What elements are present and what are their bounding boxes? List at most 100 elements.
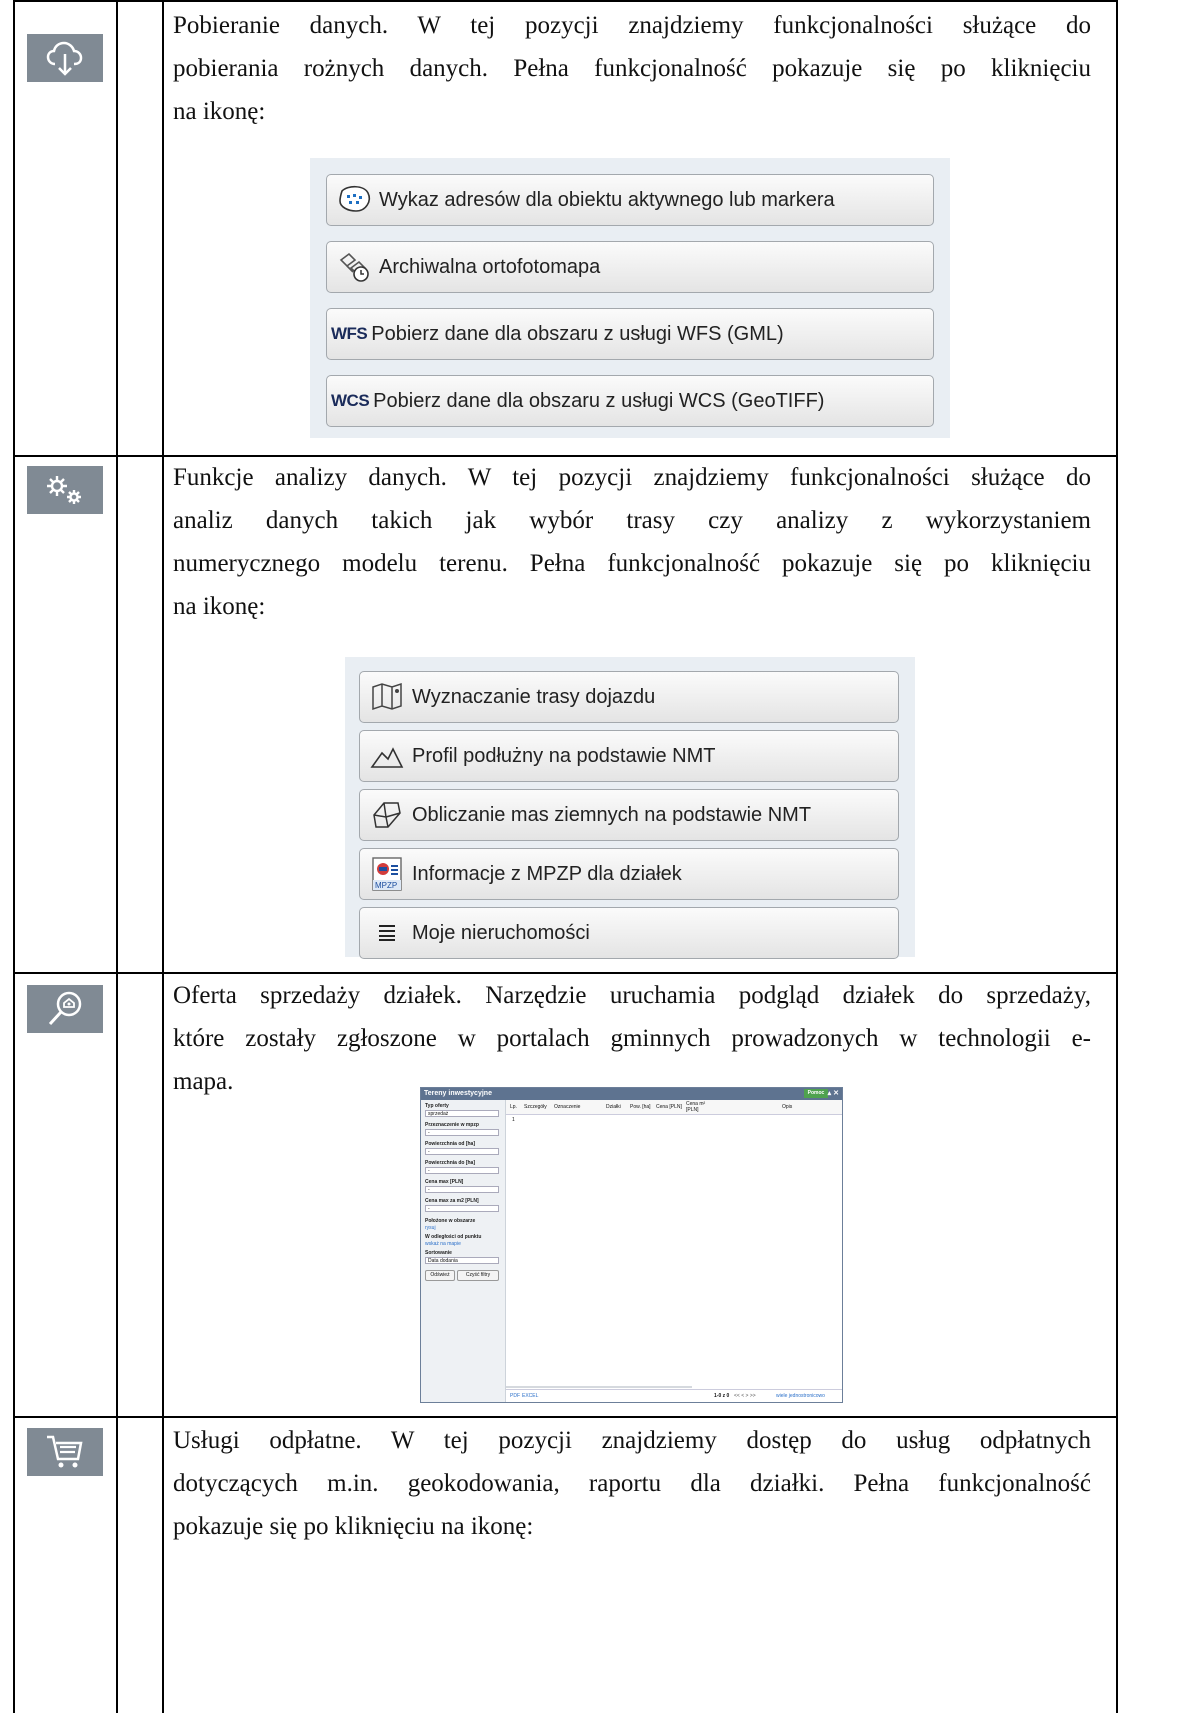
- sort-label: Sortowanie: [425, 1250, 452, 1256]
- text-line: dotyczących m.in. geokodowania, raportu …: [173, 1470, 1091, 1497]
- text-line: Pobieranie danych. W tej pozycji znajdzi…: [173, 12, 1091, 39]
- units-link[interactable]: wiele jednostronicowo: [776, 1390, 825, 1402]
- text-line: na ikonę:: [173, 593, 266, 620]
- text-line: pokazuje się po kliknięciu na ikonę:: [173, 1513, 534, 1540]
- filter-label: Cena max za m2 [PLN]: [425, 1198, 479, 1204]
- wfs-icon: WFS: [331, 324, 368, 343]
- row-3-text: Oferta sprzedaży działek. Narzędzie uruc…: [173, 974, 1091, 1103]
- row-2-text: Funkcje analizy danych. W tej pozycji zn…: [173, 456, 1091, 628]
- refresh-button[interactable]: Odśwież: [425, 1270, 455, 1281]
- results-grid: Lp. Szczegóły Oznaczenie Działki Pow. [h…: [506, 1100, 842, 1390]
- analysis-menu-panel: Wyznaczanie trasy dojazdu Profil podłużn…: [345, 657, 915, 959]
- column-divider: [116, 0, 118, 1713]
- text-line: Usługi odpłatne. W tej pozycji znajdziem…: [173, 1427, 1091, 1454]
- column-header[interactable]: Działki: [606, 1104, 621, 1110]
- filter-label: Powierzchnia do [ha]: [425, 1160, 476, 1166]
- distance-label: W odległości od punktu: [425, 1234, 482, 1240]
- filter-select[interactable]: -: [425, 1167, 499, 1174]
- filter-select[interactable]: -: [425, 1205, 499, 1212]
- table-border-right: [1116, 0, 1118, 1713]
- export-pdf-link[interactable]: PDF: [510, 1390, 520, 1402]
- close-icon[interactable]: ▴ ✕: [828, 1088, 839, 1100]
- wcs-download-button[interactable]: WCS Pobierz dane dla obszaru z usługi WC…: [326, 375, 934, 427]
- svg-text:MPZP: MPZP: [375, 881, 397, 890]
- profile-button[interactable]: Profil podłużny na podstawie NMT: [359, 730, 899, 782]
- row-divider: [13, 1416, 1117, 1418]
- filter-select[interactable]: sprzedaż: [425, 1110, 499, 1117]
- column-header[interactable]: Cena [PLN]: [656, 1104, 682, 1110]
- column-header[interactable]: Cena m² [PLN]: [686, 1101, 710, 1113]
- help-button[interactable]: Pomoc: [804, 1089, 828, 1098]
- grid-header: Lp. Szczegóły Oznaczenie Działki Pow. [h…: [506, 1100, 842, 1115]
- text-line: numerycznego modelu terenu. Pełna funkcj…: [173, 550, 1091, 577]
- column-header[interactable]: Opis: [782, 1104, 792, 1110]
- filter-sidebar: Typ oferty sprzedaż Przeznaczenie w mpzp…: [421, 1100, 506, 1402]
- mpzp-document-icon: MPZP: [366, 854, 408, 894]
- column-header[interactable]: Lp.: [510, 1104, 517, 1110]
- profile-mountain-icon: [366, 736, 408, 776]
- window-title: Tereny inwestycyjne: [424, 1090, 492, 1097]
- filter-select[interactable]: -: [425, 1186, 499, 1193]
- clear-filters-button[interactable]: Czyść filtry: [457, 1270, 499, 1281]
- table-row: 1: [512, 1117, 515, 1123]
- area-label: Położone w obszarze: [425, 1218, 476, 1224]
- filter-select[interactable]: -: [425, 1129, 499, 1136]
- window-title-bar: Tereny inwestycyjne Pomoc ▴ ✕: [421, 1088, 842, 1100]
- text-line: pobierania rożnych danych. Pełna funkcjo…: [173, 55, 1091, 82]
- table-border-left: [13, 0, 15, 1713]
- address-list-icon: [333, 180, 375, 220]
- point-on-map-link[interactable]: wskaż na mapie: [425, 1241, 461, 1247]
- my-properties-label: Moje nieruchomości: [412, 921, 590, 944]
- route-label: Wyznaczanie trasy dojazdu: [412, 685, 656, 708]
- column-header[interactable]: Pow. [ha]: [630, 1104, 651, 1110]
- route-map-icon: [366, 677, 408, 717]
- filter-select[interactable]: -: [425, 1148, 499, 1155]
- earthwork-volume-icon: [366, 795, 408, 835]
- grid-footer: PDF EXCEL 1-0 z 0 << < > >> wiele jednos…: [506, 1389, 842, 1402]
- mpzp-button[interactable]: MPZP Informacje z MPZP dla działek: [359, 848, 899, 900]
- gears-icon: [27, 466, 103, 514]
- address-list-button[interactable]: Wykaz adresów dla obiektu aktywnego lub …: [326, 174, 934, 226]
- filter-label: Typ oferty: [425, 1103, 449, 1109]
- wfs-download-button[interactable]: WFS Pobierz dane dla obszaru z usługi WF…: [326, 308, 934, 360]
- pager-nav[interactable]: << < > >>: [734, 1390, 756, 1402]
- export-excel-link[interactable]: EXCEL: [522, 1390, 538, 1402]
- property-search-icon: [27, 985, 103, 1033]
- mpzp-label: Informacje z MPZP dla działek: [412, 862, 682, 885]
- table-border-top: [13, 0, 1117, 2]
- filter-label: Powierzchnia od [ha]: [425, 1141, 476, 1147]
- investment-areas-window: Tereny inwestycyjne Pomoc ▴ ✕ Typ oferty…: [420, 1087, 843, 1403]
- text-line: które zostały zgłoszone w portalach gmin…: [173, 1025, 1091, 1052]
- archive-orthophoto-label: Archiwalna ortofotomapa: [379, 255, 601, 278]
- text-line: Funkcje analizy danych. W tej pozycji zn…: [173, 464, 1091, 491]
- my-properties-button[interactable]: Moje nieruchomości: [359, 907, 899, 959]
- pager-info: 1-0 z 0: [714, 1393, 730, 1399]
- scrollbar[interactable]: [506, 1386, 692, 1388]
- route-button[interactable]: Wyznaczanie trasy dojazdu: [359, 671, 899, 723]
- wfs-download-label: Pobierz dane dla obszaru z usługi WFS (G…: [371, 322, 784, 345]
- text-line: analiz danych takich jak wybór trasy czy…: [173, 507, 1091, 534]
- document-table: Pobieranie danych. W tej pozycji znajdzi…: [0, 0, 1201, 1713]
- earthwork-label: Obliczanie mas ziemnych na podstawie NMT: [412, 803, 812, 826]
- filter-label: Przeznaczenie w mpzp: [425, 1122, 479, 1128]
- wcs-icon: WCS: [331, 391, 370, 410]
- column-header[interactable]: Oznaczenie: [554, 1104, 580, 1110]
- column-header[interactable]: Szczegóły: [524, 1104, 547, 1110]
- download-menu-panel: Wykaz adresów dla obiektu aktywnego lub …: [310, 158, 950, 438]
- sort-select[interactable]: Data dodania: [425, 1257, 499, 1264]
- wcs-download-label: Pobierz dane dla obszaru z usługi WCS (G…: [373, 389, 825, 412]
- area-draw-link[interactable]: rysuj: [425, 1225, 436, 1231]
- column-divider: [162, 0, 164, 1713]
- text-line: na ikonę:: [173, 98, 266, 125]
- profile-label: Profil podłużny na podstawie NMT: [412, 744, 716, 767]
- archive-orthophoto-button[interactable]: Archiwalna ortofotomapa: [326, 241, 934, 293]
- row-1-text: Pobieranie danych. W tej pozycji znajdzi…: [173, 4, 1091, 133]
- archive-orthophoto-icon: [333, 247, 375, 287]
- address-list-label: Wykaz adresów dla obiektu aktywnego lub …: [379, 188, 835, 211]
- cart-icon: [27, 1428, 103, 1476]
- earthwork-button[interactable]: Obliczanie mas ziemnych na podstawie NMT: [359, 789, 899, 841]
- row-4-text: Usługi odpłatne. W tej pozycji znajdziem…: [173, 1419, 1091, 1548]
- filter-label: Cena max [PLN]: [425, 1179, 464, 1185]
- cloud-download-icon: [27, 34, 103, 82]
- text-line: Oferta sprzedaży działek. Narzędzie uruc…: [173, 982, 1091, 1009]
